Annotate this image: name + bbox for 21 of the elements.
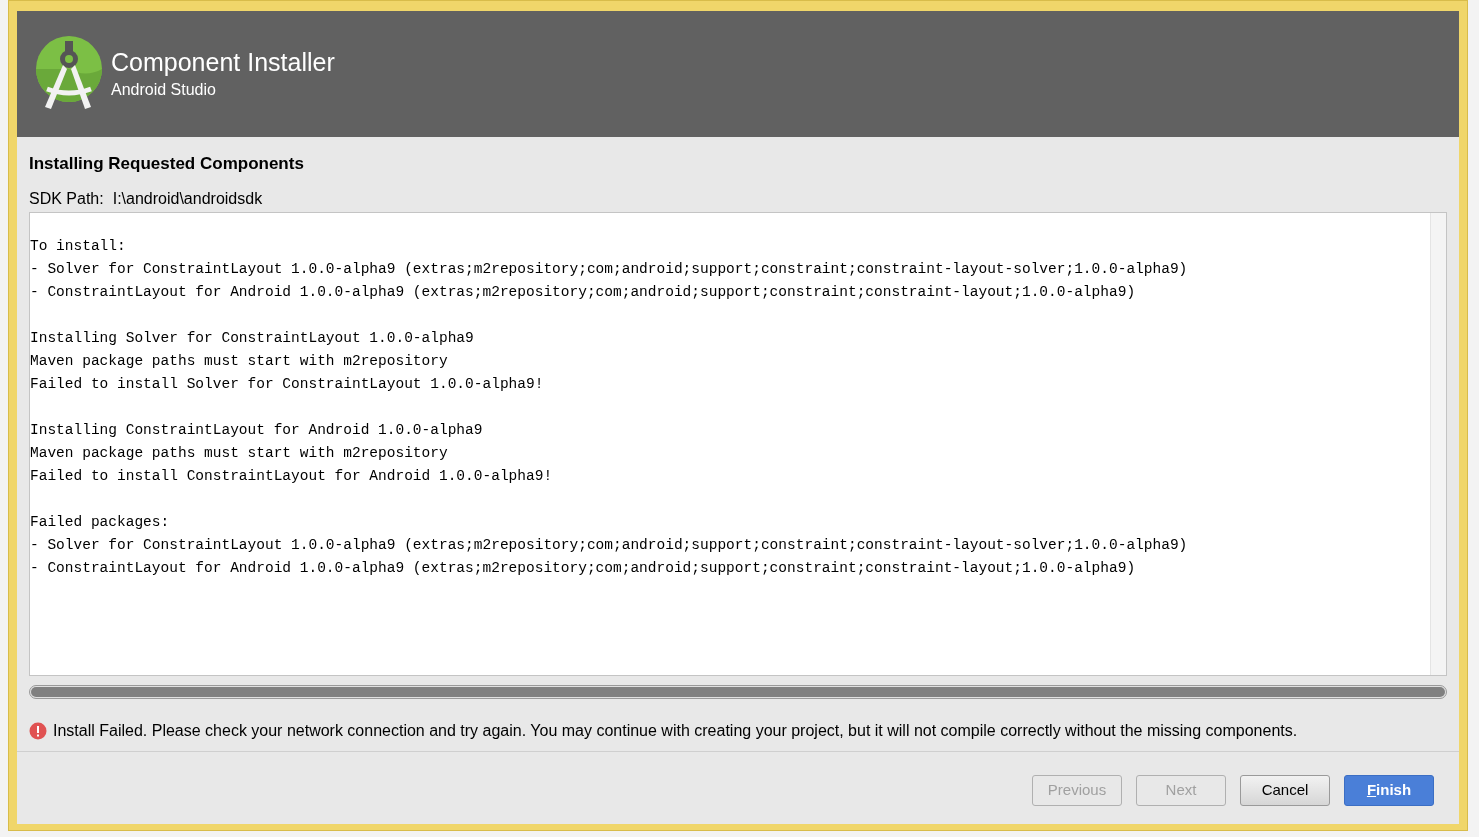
sdk-path-label: SDK Path: (29, 189, 104, 209)
sdk-path-value: I:\android\androidsdk (112, 189, 263, 209)
window-subtitle: Android Studio (111, 80, 217, 100)
log-line: Maven package paths must start with m2repository (30, 352, 448, 371)
log-line: - ConstraintLayout for Android 1.0.0-alpha9 (extras;m2repository;com;android;support;constraint;constraint-layout;1.0.0-alpha9) (30, 283, 1136, 302)
log-line: Failed to install ConstraintLayout for Android 1.0.0-alpha9! (30, 467, 553, 486)
log-line: - Solver for ConstraintLayout 1.0.0-alpha9 (extras;m2repository;com;android;support;constraint;constraint-layout-solver;1.0.0-alpha9) (30, 260, 1188, 279)
log-line: Installing Solver for ConstraintLayout 1.0.0-alpha9 (30, 329, 474, 348)
log-line: Installing ConstraintLayout for Android 1.0.0-alpha9 (30, 421, 483, 440)
log-line: - ConstraintLayout for Android 1.0.0-alpha9 (extras;m2repository;com;android;support;constraint;constraint-layout;1.0.0-alpha9) (30, 559, 1136, 578)
error-message: Install Failed. Please check your network connection and try again. You may continue with creating your project, but it will not compile correctly without the missing components. (53, 721, 1298, 741)
window-title: Component Installer (111, 47, 335, 78)
log-line: Failed to install Solver for ConstraintLayout 1.0.0-alpha9! (30, 375, 544, 394)
section-title: Installing Requested Components (29, 153, 305, 175)
error-icon (29, 722, 47, 740)
log-line: - Solver for ConstraintLayout 1.0.0-alpha9 (extras;m2repository;com;android;support;constraint;constraint-layout-solver;1.0.0-alpha9) (30, 536, 1188, 555)
log-line: To install: (30, 237, 126, 256)
log-line: Maven package paths must start with m2repository (30, 444, 448, 463)
dialog-button[interactable]: Cancel (1240, 775, 1330, 806)
log-line: Failed packages: (30, 513, 170, 532)
finish-button[interactable]: Finish (1344, 775, 1434, 806)
